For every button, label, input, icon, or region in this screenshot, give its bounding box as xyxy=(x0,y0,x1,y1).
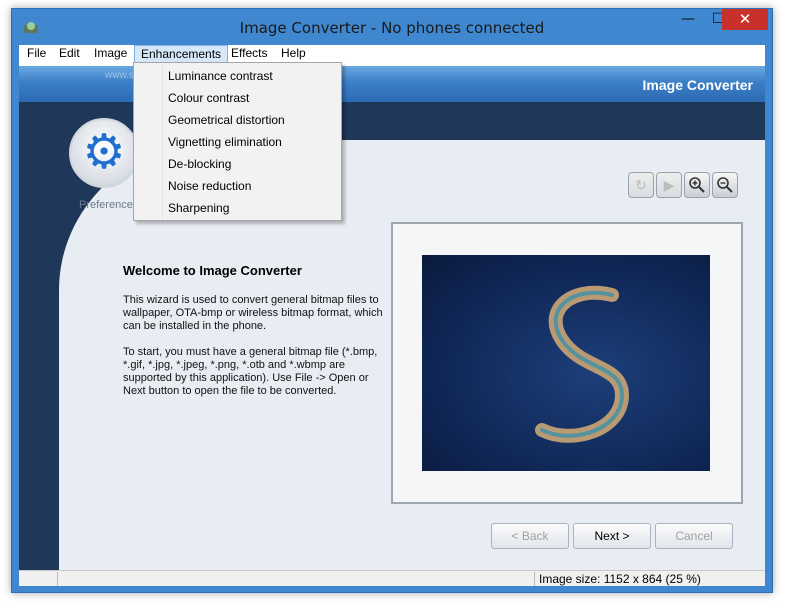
back-button[interactable]: < Back xyxy=(491,523,569,549)
preview-island-image xyxy=(535,285,630,443)
status-separator xyxy=(57,572,58,586)
welcome-paragraph-2: To start, you must have a general bitmap… xyxy=(123,346,378,397)
client-area: File Edit Image Enhancements Effects Hel… xyxy=(19,45,765,586)
play-icon[interactable]: ▶ xyxy=(656,172,682,198)
header-band: www.softpedia.com Image Converter xyxy=(19,66,765,102)
close-button[interactable]: ✕ xyxy=(722,9,768,30)
menu-file[interactable]: File xyxy=(21,45,52,64)
image-preview xyxy=(422,255,710,471)
zoom-in-icon[interactable] xyxy=(684,172,710,198)
gear-icon: ⚙ xyxy=(82,126,126,179)
menu-item-geometrical-distortion[interactable]: Geometrical distortion xyxy=(136,109,340,131)
window-title: Image Converter - No phones connected xyxy=(239,19,545,37)
status-separator xyxy=(534,572,535,586)
menu-item-de-blocking[interactable]: De-blocking xyxy=(136,153,340,175)
status-bar: Image size: 1152 x 864 (25 %) xyxy=(19,570,765,586)
rotate-icon[interactable]: ↻ xyxy=(628,172,654,198)
image-size-status: Image size: 1152 x 864 (25 %) xyxy=(539,572,701,586)
preferences-label: Preferences xyxy=(79,199,139,211)
menu-item-vignetting-elimination[interactable]: Vignetting elimination xyxy=(136,131,340,153)
next-button[interactable]: Next > xyxy=(573,523,651,549)
welcome-title: Welcome to Image Converter xyxy=(123,263,302,278)
menu-item-sharpening[interactable]: Sharpening xyxy=(136,197,340,219)
menu-item-luminance-contrast[interactable]: Luminance contrast xyxy=(136,65,340,87)
menu-item-colour-contrast[interactable]: Colour contrast xyxy=(136,87,340,109)
menu-bar: File Edit Image Enhancements Effects Hel… xyxy=(19,45,765,64)
menu-edit[interactable]: Edit xyxy=(53,45,86,64)
app-window: Image Converter - No phones connected — … xyxy=(11,8,773,593)
minimize-button[interactable]: — xyxy=(673,9,703,30)
welcome-paragraph-1: This wizard is used to convert general b… xyxy=(123,294,383,332)
cancel-button[interactable]: Cancel xyxy=(655,523,733,549)
header-title: Image Converter xyxy=(642,77,753,93)
zoom-out-icon[interactable] xyxy=(712,172,738,198)
title-bar: Image Converter - No phones connected — … xyxy=(12,9,772,45)
enhancements-dropdown: Luminance contrast Colour contrast Geome… xyxy=(133,62,342,221)
menu-image[interactable]: Image xyxy=(88,45,133,64)
menu-item-noise-reduction[interactable]: Noise reduction xyxy=(136,175,340,197)
